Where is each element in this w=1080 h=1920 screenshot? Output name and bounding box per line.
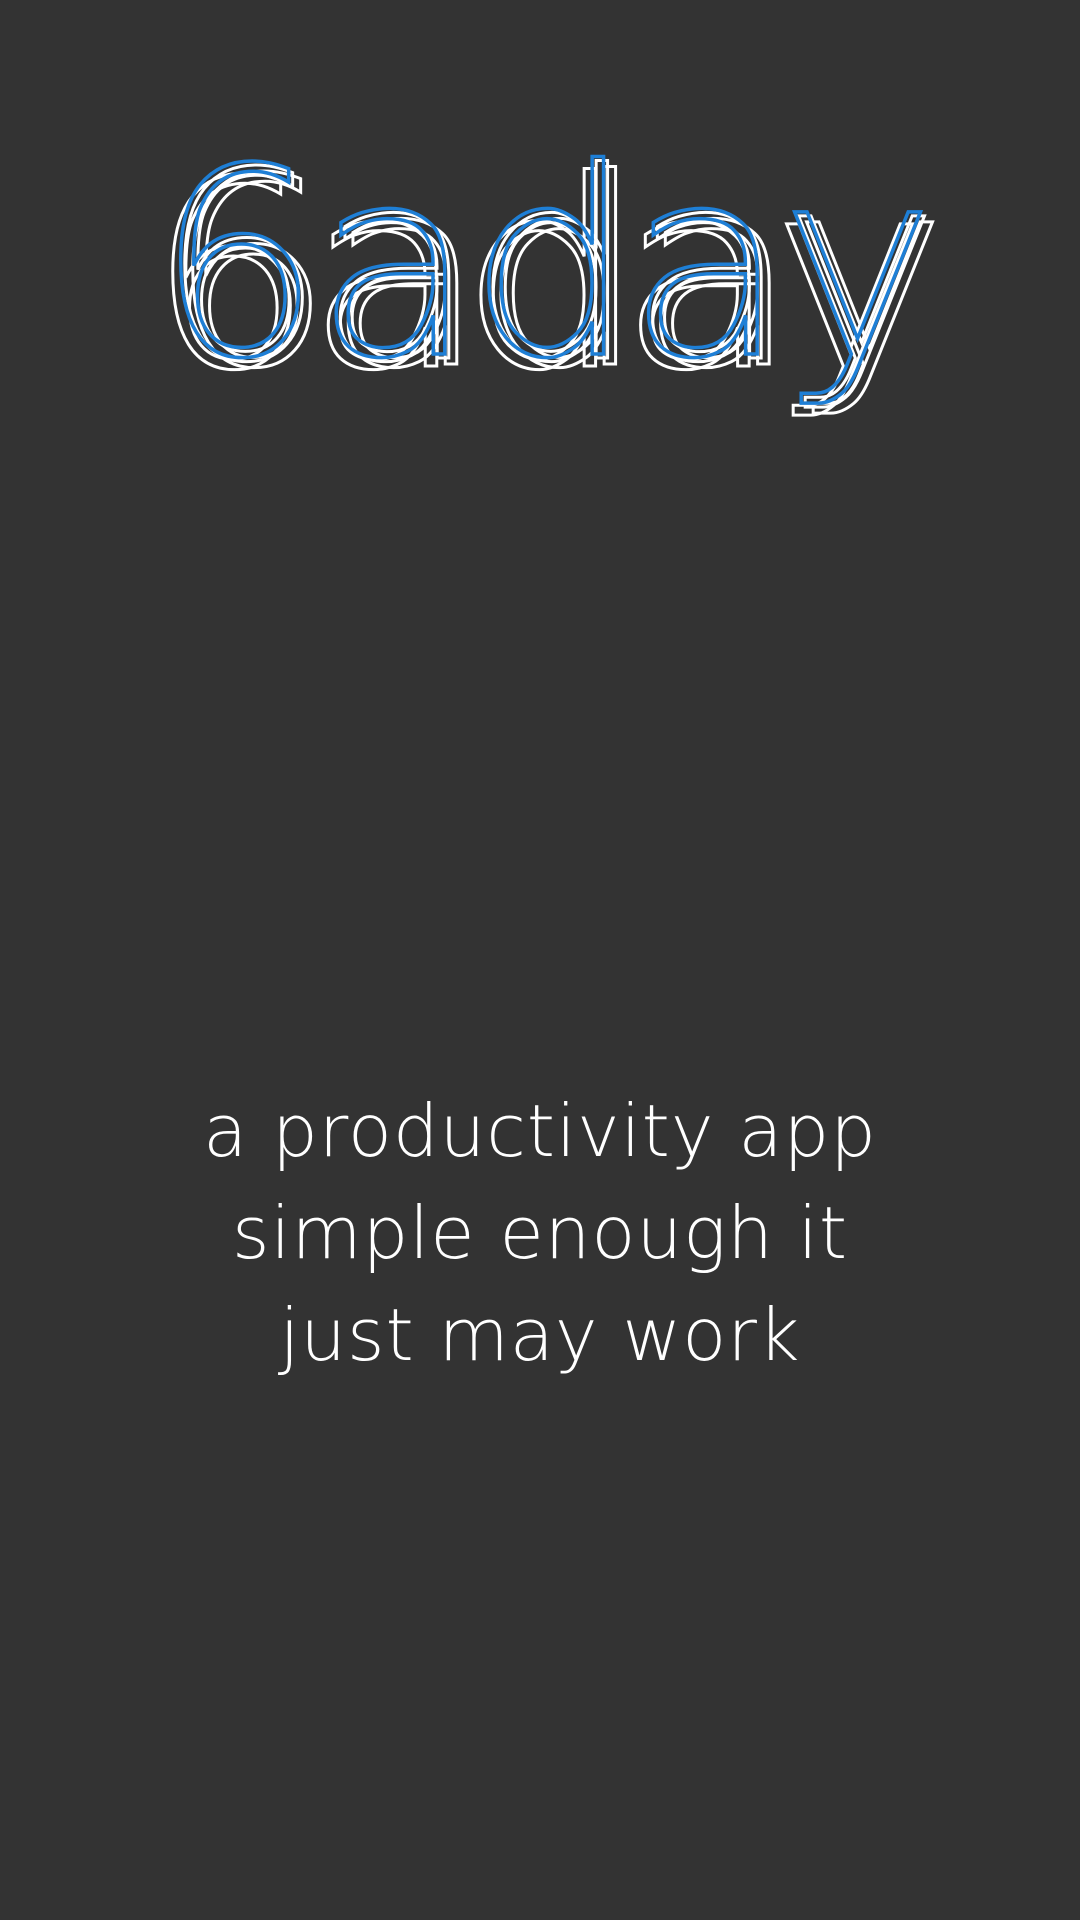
logo-outline-stack: 6aday 6aday 6aday 6aday (146, 112, 948, 429)
tagline-line-1: a productivity app (203, 1089, 877, 1173)
logo-outline-accent: 6aday (156, 114, 929, 416)
tagline: a productivity app simple enough it just… (0, 1080, 1080, 1386)
tagline-line-2: simple enough it (231, 1191, 849, 1275)
splash-screen: 6aday 6aday 6aday 6aday a productivity a… (0, 0, 1080, 1920)
tagline-line-3: just may work (279, 1293, 801, 1377)
app-logo: 6aday 6aday 6aday 6aday (0, 112, 1080, 440)
